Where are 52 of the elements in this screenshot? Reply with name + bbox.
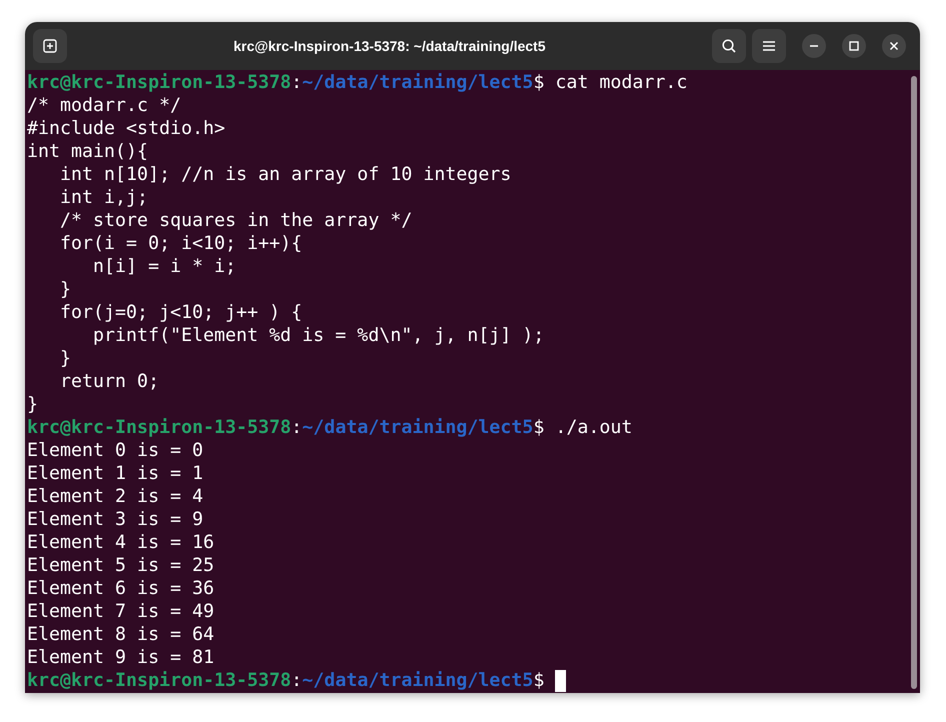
output-line: }	[59, 347, 72, 370]
output-line: Element 0 is = 0	[27, 439, 204, 462]
prompt-separator: :	[291, 416, 302, 439]
output-line: Element 8 is = 64	[27, 623, 214, 646]
command-text: ./a.out	[554, 416, 632, 439]
output-line: Element 3 is = 9	[27, 508, 204, 531]
close-icon	[889, 41, 899, 51]
prompt-path: ~/data/training/lect5	[302, 669, 534, 692]
prompt-symbol: $	[533, 71, 544, 94]
prompt-user-host: krc@krc-Inspiron-13-5378	[27, 669, 292, 692]
output-line: printf("Element %d is = %d\n", j, n[j] );	[92, 324, 544, 347]
output-line: int i,j;	[59, 186, 148, 209]
search-icon	[721, 38, 737, 54]
menu-button[interactable]	[752, 29, 786, 63]
output-line: Element 2 is = 4	[27, 485, 204, 508]
prompt-path: ~/data/training/lect5	[302, 71, 534, 94]
output-line: for(i = 0; i<10; i++){	[59, 232, 302, 255]
output-line: }	[59, 278, 72, 301]
output-line: for(j=0; j<10; j++ ) {	[59, 301, 302, 324]
output-line: Element 9 is = 81	[27, 646, 214, 669]
scrollbar[interactable]	[911, 76, 917, 689]
command-text: cat modarr.c	[554, 71, 688, 94]
output-line: Element 4 is = 16	[27, 531, 214, 554]
output-line: Element 1 is = 1	[27, 462, 204, 485]
prompt-path: ~/data/training/lect5	[302, 416, 534, 439]
maximize-icon	[849, 41, 859, 51]
output-line: /* modarr.c */	[27, 94, 182, 117]
minimize-button[interactable]	[802, 34, 826, 58]
prompt-user-host: krc@krc-Inspiron-13-5378	[27, 416, 292, 439]
output-line: n[i] = i * i;	[92, 255, 236, 278]
output-line: return 0;	[59, 370, 160, 393]
prompt-separator: :	[291, 669, 302, 692]
prompt-user-host: krc@krc-Inspiron-13-5378	[27, 71, 292, 94]
prompt-symbol: $	[533, 669, 544, 692]
output-line: /* store squares in the array */	[59, 209, 412, 232]
output-line: }	[27, 393, 38, 416]
output-line: #include <stdio.h>	[27, 117, 226, 140]
output-line: Element 5 is = 25	[27, 554, 214, 577]
new-tab-icon	[42, 38, 58, 54]
output-line: Element 6 is = 36	[27, 577, 214, 600]
search-button[interactable]	[712, 29, 746, 63]
output-line: int main(){	[27, 140, 148, 163]
prompt-symbol: $	[533, 416, 544, 439]
menu-icon	[762, 40, 776, 52]
output-line: Element 7 is = 49	[27, 600, 214, 623]
maximize-button[interactable]	[842, 34, 866, 58]
output-line: int n[10]; //n is an array of 10 integers	[59, 163, 512, 186]
prompt-separator: :	[291, 71, 302, 94]
minimize-icon	[809, 45, 819, 47]
close-button[interactable]	[882, 34, 906, 58]
window-title: krc@krc-Inspiron-13-5378: ~/data/training/lect5	[232, 38, 547, 54]
new-tab-button[interactable]	[33, 29, 67, 63]
